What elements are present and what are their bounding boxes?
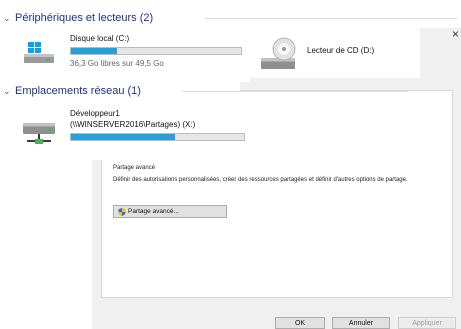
uac-shield-icon (118, 208, 126, 216)
group-divider (205, 18, 457, 19)
drive-item-x[interactable]: Développeur1 (\\WINSERVER2016\Partages) … (0, 106, 245, 150)
cancel-button-label: Annuler (348, 319, 374, 327)
group-title-devices: Périphériques et lecteurs (2) (15, 12, 154, 24)
usage-bar-x (70, 133, 245, 141)
advanced-sharing-button-label: Partage avancé... (128, 208, 179, 215)
drive-item-c[interactable]: Disque local (C:) 36,3 Go libres sur 49,… (0, 30, 250, 70)
advanced-sharing-button[interactable]: Partage avancé... (113, 205, 227, 218)
group-title-network: Emplacements réseau (1) (15, 85, 141, 97)
dialog-close-icon[interactable]: × (452, 28, 459, 40)
drive-name-x: Développeur1 (70, 109, 120, 118)
usage-fill-c (71, 48, 117, 54)
chevron-down-icon: ⌄ (3, 12, 11, 23)
advanced-sharing-section-title: Partage avancé (113, 165, 156, 171)
drive-path-x: (\\WINSERVER2016\Partages) (X:) (70, 120, 196, 129)
advanced-sharing-description: Définir des autorisations personnalisées… (113, 177, 408, 183)
drive-item-d[interactable]: Lecteur de CD (D:) (255, 36, 415, 76)
chevron-down-icon: ⌄ (3, 85, 11, 96)
windows-drive-icon (24, 42, 54, 63)
screen: × Partage avancé Définir des autorisatio… (0, 0, 461, 329)
group-header-network[interactable]: ⌄ Emplacements réseau (1) (0, 84, 147, 98)
cd-drive-icon (261, 37, 296, 69)
ok-button-label: OK (294, 319, 306, 327)
drive-name-d: Lecteur de CD (D:) (307, 46, 375, 55)
apply-button: Appliquer (398, 317, 456, 329)
group-header-devices[interactable]: ⌄ Périphériques et lecteurs (2) (0, 11, 160, 25)
usage-fill-x (71, 134, 175, 140)
apply-button-label: Appliquer (412, 319, 442, 327)
group-divider (182, 91, 407, 92)
usage-bar-c (70, 47, 242, 55)
cancel-button[interactable]: Annuler (332, 317, 390, 329)
network-drive-icon (23, 123, 55, 144)
ok-button[interactable]: OK (275, 317, 325, 329)
drive-free-space-c: 36,3 Go libres sur 49,5 Go (70, 59, 164, 68)
drive-name-c: Disque local (C:) (70, 34, 130, 43)
